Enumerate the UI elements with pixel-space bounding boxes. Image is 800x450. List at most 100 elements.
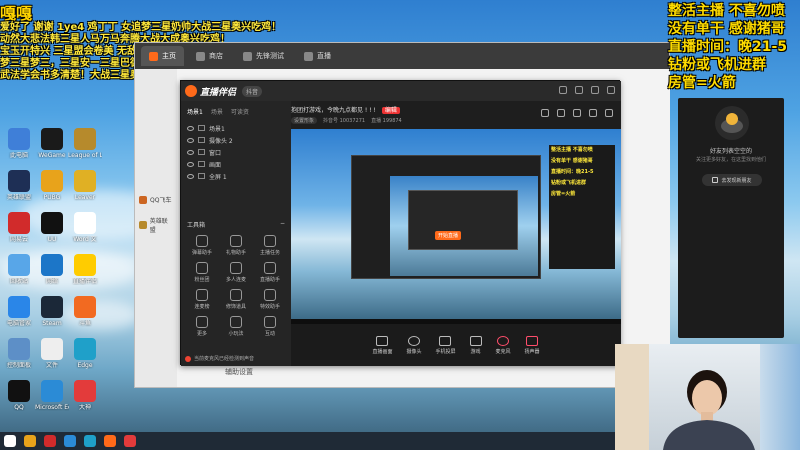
eye-icon[interactable] <box>187 149 194 155</box>
taskbar-app-icon[interactable] <box>24 435 36 447</box>
window-controls <box>559 86 615 94</box>
tab-live[interactable]: 直播 <box>296 46 339 66</box>
desktop-icon[interactable]: 网络 <box>35 254 69 285</box>
desktop-icon[interactable]: Leaver <box>68 170 102 201</box>
desktop-icon[interactable]: 控制面板 <box>2 338 36 369</box>
tab-scene[interactable]: 场景1 <box>187 107 203 116</box>
sidebar-item-lol[interactable]: 英雄联盟 <box>135 210 177 240</box>
tool-button[interactable]: 特效助手 <box>253 289 287 310</box>
share-icon[interactable] <box>541 109 549 117</box>
meta-item[interactable]: 设置形象 <box>291 117 318 124</box>
desktop-background: 嘎嘎 爱好了 谢谢 1ye4 鸡丁丁 女追梦三星奶帅大战三星奥兴吃鸡！ 动然大悲… <box>0 0 800 450</box>
source-item[interactable]: 窗口 <box>181 146 291 158</box>
tab-home[interactable]: 主页 <box>141 46 184 66</box>
tool-button[interactable]: 弹幕助手 <box>185 235 219 256</box>
eye-icon[interactable] <box>187 125 194 131</box>
desktop-icon-label: 此电脑 <box>9 152 28 159</box>
notice-line: 房管=火箭 <box>668 75 736 91</box>
preview-desktop: 整活主播 不喜勿喷 没有单干 感谢猪哥 直播时间：晚21-5 钻粉或飞机进群 房… <box>291 129 621 319</box>
game-button[interactable]: 游戏 <box>469 335 482 355</box>
desktop-icon[interactable]: 网易云 <box>2 212 36 243</box>
taskbar-app-icon[interactable] <box>64 435 76 447</box>
eye-icon[interactable] <box>187 137 194 143</box>
tool-button[interactable]: 多人连麦 <box>219 262 253 283</box>
tool-label: 多人连麦 <box>225 277 246 283</box>
tab-store[interactable]: 商店 <box>188 46 231 66</box>
desktop-icon[interactable]: Edge <box>68 338 102 369</box>
mail-icon[interactable] <box>573 109 581 117</box>
desktop-icon[interactable]: PUBG <box>35 170 69 201</box>
app-logo: 直播伴侣 <box>181 85 236 98</box>
source-item[interactable]: 全屏 1 <box>181 170 291 182</box>
desktop-icon[interactable]: 电脑管家 <box>2 296 36 327</box>
tool-button[interactable]: 主播任务 <box>253 235 287 256</box>
microphone-button[interactable]: 麦克风 <box>496 335 511 355</box>
desktop-icon[interactable]: 此电脑 <box>2 128 36 159</box>
taskbar-app-icon[interactable] <box>124 435 136 447</box>
bell-icon[interactable] <box>589 109 597 117</box>
assist-settings-link[interactable]: 辅助设置 <box>225 367 253 377</box>
desktop-icon[interactable]: QQ <box>2 380 36 411</box>
taskbar-app-icon[interactable] <box>104 435 116 447</box>
notice-line: 没有单干 感谢猪哥 <box>668 21 785 37</box>
tab-readable[interactable]: 可读资 <box>231 107 249 116</box>
desktop-icon[interactable]: Word 文 <box>68 212 102 243</box>
tool-button[interactable]: 连麦榜 <box>185 289 219 310</box>
tab-scene-2[interactable]: 场景 <box>211 107 223 116</box>
tool-button[interactable]: 礼物助手 <box>219 235 253 256</box>
taskbar-app-icon[interactable] <box>44 435 56 447</box>
button-label: 摄像头 <box>406 348 422 355</box>
tool-icon <box>264 316 276 328</box>
start-icon[interactable] <box>4 435 16 447</box>
eye-icon[interactable] <box>187 173 194 179</box>
tool-button[interactable]: 修饰道具 <box>219 289 253 310</box>
menu-icon[interactable] <box>605 109 613 117</box>
speaker-button[interactable]: 扬声器 <box>525 335 540 355</box>
tool-button[interactable]: 更多 <box>185 316 219 337</box>
discover-friends-button[interactable]: 去发现新朋友 <box>702 174 762 186</box>
desktop-icon-label: WeGame <box>38 152 66 159</box>
tab-beta[interactable]: 先锋测试 <box>235 46 292 66</box>
maximize-icon[interactable] <box>591 86 599 94</box>
app-icon <box>8 338 30 360</box>
phone-cast-button[interactable]: 手机投屏 <box>435 335 456 355</box>
tool-icon <box>230 235 242 247</box>
desktop-icon[interactable]: 直播伴侣 <box>68 254 102 285</box>
tool-label: 礼物助手 <box>225 250 246 256</box>
client-tabbar: 主页 商店 先锋测试 直播 <box>135 43 669 69</box>
desktop-icon[interactable]: Steam <box>35 296 69 327</box>
taskbar-app-icon[interactable] <box>84 435 96 447</box>
tool-button[interactable]: 互动 <box>253 316 287 337</box>
tool-button[interactable]: 小玩法 <box>219 316 253 337</box>
desktop-icon[interactable]: Microsoft Edge <box>35 380 69 411</box>
app-icon <box>8 212 30 234</box>
desktop-icon[interactable]: 大神 <box>68 380 102 411</box>
tool-button[interactable]: 直播助手 <box>253 262 287 283</box>
close-icon[interactable] <box>607 86 615 94</box>
control-bar: 直播画面 摄像头 手机投屏 游戏 麦克风 扬声器 <box>291 324 621 366</box>
collapse-icon[interactable]: − <box>280 220 285 229</box>
notice-line: 直播时间：晚21-5 <box>668 39 788 55</box>
edit-title-button[interactable]: 编辑 <box>381 107 400 114</box>
desktop-icon[interactable]: 文件 <box>35 338 69 369</box>
desktop-icon[interactable]: UU <box>35 212 69 243</box>
desktop-icon[interactable]: 英雄联盟 <box>2 170 36 201</box>
desktop-icon[interactable]: League of Legends <box>68 128 102 159</box>
source-item[interactable]: 画面 <box>181 158 291 170</box>
eye-icon[interactable] <box>187 161 194 167</box>
camera-button[interactable]: 摄像头 <box>406 335 422 355</box>
settings-icon[interactable] <box>559 86 567 94</box>
shop-icon[interactable] <box>557 109 565 117</box>
source-item[interactable]: 场景1 <box>181 122 291 134</box>
minimize-icon[interactable] <box>575 86 583 94</box>
sidebar-item-qq-speed[interactable]: QQ飞车 <box>135 189 177 210</box>
desktop-icon[interactable]: WeGame <box>35 128 69 159</box>
live-screen-button[interactable]: 直播画面 <box>372 335 392 355</box>
desktop-icon[interactable]: 斗鱼 <box>68 296 102 327</box>
tool-button[interactable]: 粉丝团 <box>185 262 219 283</box>
beta-icon <box>243 51 252 61</box>
stream-preview[interactable]: 整活主播 不喜勿喷 没有单干 感谢猪哥 直播时间：晚21-5 钻粉或飞机进群 房… <box>291 129 621 324</box>
taskbar <box>0 432 615 450</box>
desktop-icon[interactable]: 回收站 <box>2 254 36 285</box>
source-item[interactable]: 摄像头 2 <box>181 134 291 146</box>
